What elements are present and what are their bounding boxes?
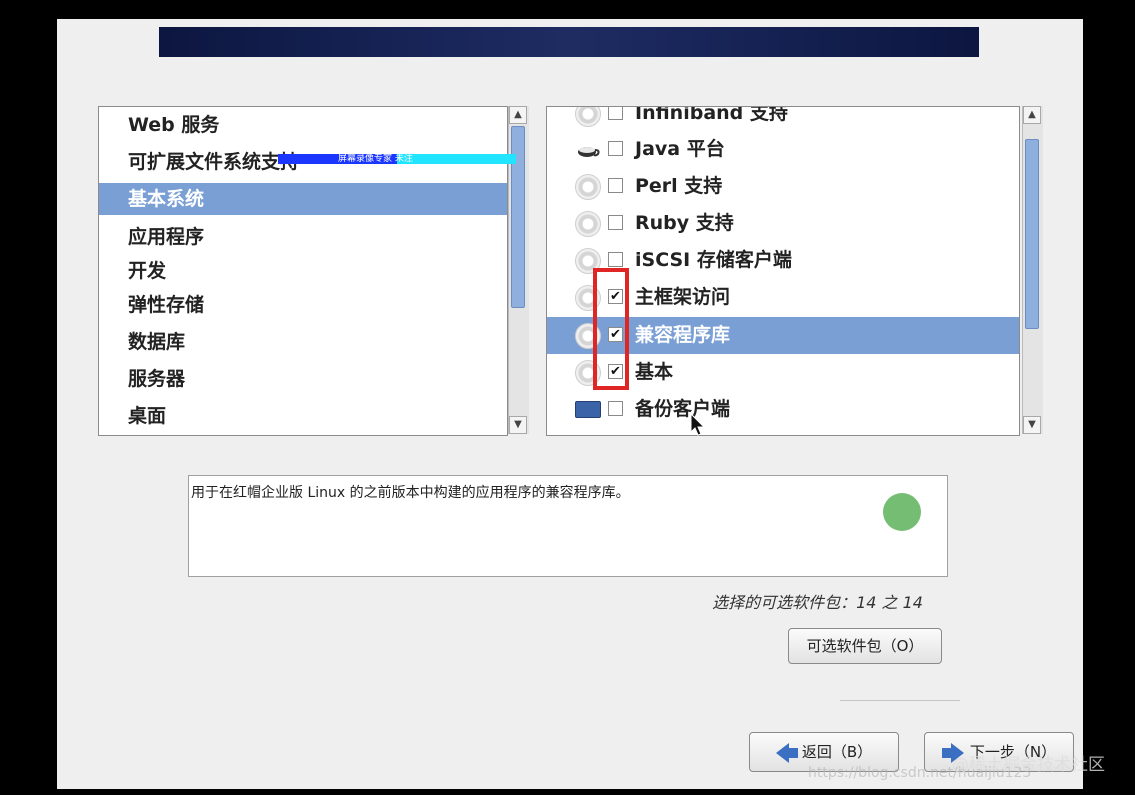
category-item-applications[interactable]: 应用程序 xyxy=(99,221,507,253)
header-banner xyxy=(159,27,979,57)
gear-icon xyxy=(575,211,601,237)
package-label: iSCSI 存储客户端 xyxy=(635,249,792,271)
package-item-backup-client[interactable]: 备份客户端 xyxy=(547,391,1019,428)
package-label: 基本 xyxy=(635,361,674,383)
checkbox-highlight-box xyxy=(593,268,629,390)
coffee-cup-icon xyxy=(575,137,601,163)
package-label: 备份客户端 xyxy=(635,398,731,420)
scroll-down-icon[interactable]: ▼ xyxy=(509,416,527,434)
package-item-infiniband[interactable]: Infiniband 支持 xyxy=(547,106,1019,132)
package-label: 兼容程序库 xyxy=(635,324,731,346)
package-label: Java 平台 xyxy=(635,138,725,160)
package-count: 选择的可选软件包：14 之 14 xyxy=(712,593,923,612)
package-item-perl[interactable]: Perl 支持 xyxy=(547,168,1019,205)
package-item-ruby[interactable]: Ruby 支持 xyxy=(547,205,1019,242)
package-scrollbar[interactable]: ▲ ▼ xyxy=(1022,106,1043,434)
checkbox[interactable] xyxy=(608,178,623,193)
gear-icon xyxy=(575,107,601,127)
gear-icon xyxy=(575,174,601,200)
category-item-base-system[interactable]: 基本系统 xyxy=(99,183,507,215)
back-button-label: 返回（B） xyxy=(801,743,873,761)
package-item-java[interactable]: Java 平台 xyxy=(547,131,1019,168)
scroll-down-icon[interactable]: ▼ xyxy=(1023,416,1041,434)
scroll-up-icon[interactable]: ▲ xyxy=(1023,106,1041,124)
checkbox[interactable] xyxy=(608,215,623,230)
installer-window: Web 服务 可扩展文件系统支持 基本系统 应用程序 开发 弹性存储 数据库 服… xyxy=(57,19,1083,789)
optional-packages-button[interactable]: 可选软件包（O） xyxy=(788,628,942,664)
checkbox[interactable] xyxy=(608,252,623,267)
checkbox[interactable] xyxy=(608,401,623,416)
status-dot-icon xyxy=(883,493,921,531)
checkbox[interactable] xyxy=(608,107,623,120)
ime-toolbar: 屏幕录像专家 未注 xyxy=(278,154,516,164)
scroll-thumb[interactable] xyxy=(1025,139,1039,329)
back-arrow-icon xyxy=(775,742,802,763)
description-text: 用于在红帽企业版 Linux 的之前版本中构建的应用程序的兼容程序库。 xyxy=(191,485,630,501)
category-item-desktop[interactable]: 桌面 xyxy=(99,400,507,432)
package-label: Ruby 支持 xyxy=(635,212,734,234)
separator xyxy=(840,700,960,701)
package-label: Perl 支持 xyxy=(635,175,723,197)
category-item-servers[interactable]: 服务器 xyxy=(99,363,507,395)
category-item-database[interactable]: 数据库 xyxy=(99,326,507,358)
tape-drive-icon xyxy=(575,401,601,418)
watermark-site: @稀土掘金技术社区 xyxy=(952,755,1105,775)
ime-toolbar-text: 屏幕录像专家 未注 xyxy=(338,154,413,164)
category-item-web[interactable]: Web 服务 xyxy=(99,109,507,141)
scroll-up-icon[interactable]: ▲ xyxy=(509,106,527,124)
category-item-development[interactable]: 开发 xyxy=(99,255,507,287)
mouse-cursor-icon xyxy=(690,413,706,436)
checkbox[interactable] xyxy=(608,141,623,156)
description-box: 用于在红帽企业版 Linux 的之前版本中构建的应用程序的兼容程序库。 xyxy=(188,475,948,577)
package-label: 主框架访问 xyxy=(635,286,731,308)
package-label: Infiniband 支持 xyxy=(635,106,788,124)
category-item-resilient-storage[interactable]: 弹性存储 xyxy=(99,289,507,321)
